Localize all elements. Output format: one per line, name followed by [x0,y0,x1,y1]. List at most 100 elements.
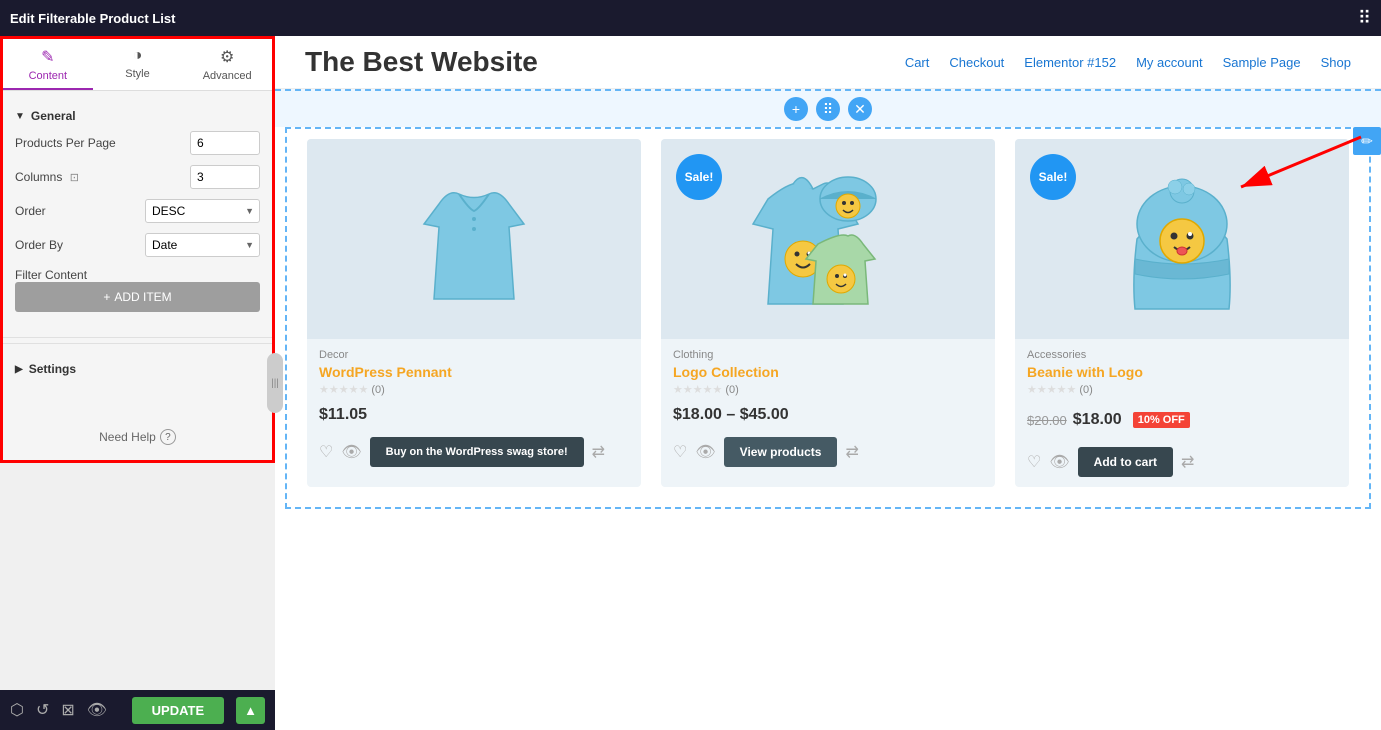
order-row: Order DESC ASC [15,199,260,223]
left-panel: ✎ Content ◑ Style ⚙ Advanced ▼ General [0,36,275,463]
wishlist-icon-1[interactable]: ♡ [319,442,333,462]
site-header: The Best Website Cart Checkout Elementor… [275,36,1381,89]
columns-row: Columns ⊡ [15,165,260,189]
help-circle-icon: ? [160,429,176,445]
product-rating-2: ★★★★★ (0) [673,383,983,396]
add-to-cart-button-3[interactable]: Add to cart [1078,447,1173,477]
settings-section-header[interactable]: ▶ Settings [15,354,260,384]
settings-section: ▶ Settings [3,343,272,394]
product-card: Decor WordPress Pennant ★★★★★ (0) $11.05… [307,139,641,487]
products-per-page-label: Products Per Page [15,136,190,150]
wishlist-icon-2[interactable]: ♡ [673,442,687,462]
undo-icon[interactable]: ↺ [36,700,49,720]
general-arrow-icon: ▼ [15,111,25,122]
content-tab-label: Content [29,70,68,82]
order-by-select[interactable]: Date Title Price [145,233,260,257]
pennant-product-image [414,169,534,309]
quick-view-icon-3[interactable]: 👁 [1049,452,1069,472]
widget-close-button[interactable]: ✕ [848,97,872,121]
product-price-row-3: $20.00 $18.00 10% OFF [1015,406,1349,439]
panel-tabs: ✎ Content ◑ Style ⚙ Advanced [3,39,272,91]
product-image-2: Sale! [661,139,995,339]
product-info-2: Clothing Logo Collection ★★★★★ (0) [661,339,995,406]
need-help-text: Need Help [99,430,156,444]
product-price-row-2: $18.00 – $45.00 [661,406,995,429]
layers-icon[interactable]: ⬡ [10,700,24,720]
product-name-1: WordPress Pennant [319,364,629,380]
product-actions-3: ♡ 👁 Add to cart ⇄ [1015,439,1349,487]
tab-style[interactable]: ◑ Style [93,39,183,90]
product-info-1: Decor WordPress Pennant ★★★★★ (0) [307,339,641,406]
product-price-row-1: $11.05 [307,406,641,429]
product-image-3: Sale! [1015,139,1349,339]
settings-arrow-icon: ▶ [15,364,23,375]
site-nav: Cart Checkout Elementor #152 My account … [905,55,1351,70]
columns-input[interactable] [190,165,260,189]
product-rating-3: ★★★★★ (0) [1027,383,1337,396]
general-section-header[interactable]: ▼ General [15,101,260,131]
compare-icon-3[interactable]: ⇄ [1181,452,1194,472]
top-bar-title: Edit Filterable Product List [10,11,175,26]
content-tab-icon: ✎ [41,47,54,67]
product-name-3: Beanie with Logo [1027,364,1337,380]
view-products-button[interactable]: View products [724,437,838,467]
widget-toolbar: + ⠿ ✕ [275,89,1381,127]
preview-icon[interactable]: 👁 [87,700,107,720]
nav-myaccount[interactable]: My account [1136,55,1202,70]
product-info-3: Accessories Beanie with Logo ★★★★★ (0) [1015,339,1349,406]
discount-badge-3: 10% OFF [1133,412,1190,428]
product-card-3: Sale! [1015,139,1349,487]
add-item-plus-icon: + [103,290,110,304]
left-panel-wrapper: ✎ Content ◑ Style ⚙ Advanced ▼ General [0,36,275,730]
rating-count-2: (0) [725,384,738,396]
compare-icon-1[interactable]: ⇄ [592,442,605,462]
widget-grid-button[interactable]: ⠿ [816,97,840,121]
filter-content-label: Filter Content [15,268,87,282]
update-button[interactable]: UPDATE [132,697,224,724]
product-price-3: $18.00 [1073,411,1122,429]
nav-sample[interactable]: Sample Page [1223,55,1301,70]
wishlist-icon-3[interactable]: ♡ [1027,452,1041,472]
order-by-label: Order By [15,238,145,252]
products-per-page-input[interactable] [190,131,260,155]
order-by-row: Order By Date Title Price [15,233,260,257]
tab-content[interactable]: ✎ Content [3,39,93,90]
sale-badge-2: Sale! [676,154,722,200]
buy-button-1[interactable]: Buy on the WordPress swag store! [370,437,584,467]
original-price-3: $20.00 [1027,413,1067,428]
beanie-image [1117,159,1247,319]
widget-add-button[interactable]: + [784,97,808,121]
edit-pencil-button[interactable]: ✏ [1353,127,1381,155]
style-tab-icon: ◑ [133,47,143,65]
nav-checkout[interactable]: Checkout [949,55,1004,70]
add-item-button[interactable]: + ADD ITEM [15,282,260,312]
compare-icon-2[interactable]: ⇄ [845,442,858,462]
products-per-page-row: Products Per Page [15,131,260,155]
stars-2: ★★★★★ [673,384,722,396]
product-actions-2: ♡ 👁 View products ⇄ [661,429,995,477]
quick-view-icon-1[interactable]: 👁 [341,442,361,462]
advanced-tab-icon: ⚙ [220,47,234,67]
product-rating-1: ★★★★★ (0) [319,383,629,396]
update-dropdown-button[interactable]: ▲ [236,697,265,724]
general-section-title: General [31,109,76,123]
products-grid: Decor WordPress Pennant ★★★★★ (0) $11.05… [307,129,1349,487]
nav-cart[interactable]: Cart [905,55,930,70]
product-category-1: Decor [319,349,629,361]
grid-icon[interactable]: ⠿ [1358,8,1371,29]
need-help[interactable]: Need Help ? [3,414,272,460]
add-item-label: ADD ITEM [114,290,171,304]
product-category-3: Accessories [1027,349,1337,361]
panel-resize-handle[interactable]: ||| [267,353,283,413]
order-select[interactable]: DESC ASC [145,199,260,223]
nav-shop[interactable]: Shop [1321,55,1351,70]
quick-view-icon-2[interactable]: 👁 [695,442,715,462]
products-container: ✏ [275,127,1381,509]
history-icon[interactable]: ⊠ [61,700,74,720]
tab-advanced[interactable]: ⚙ Advanced [182,39,272,90]
nav-elementor[interactable]: Elementor #152 [1024,55,1116,70]
product-price-1: $11.05 [319,406,367,423]
product-card-2: Sale! [661,139,995,487]
rating-count-1: (0) [371,384,384,396]
product-actions-1: ♡ 👁 Buy on the WordPress swag store! ⇄ [307,429,641,477]
